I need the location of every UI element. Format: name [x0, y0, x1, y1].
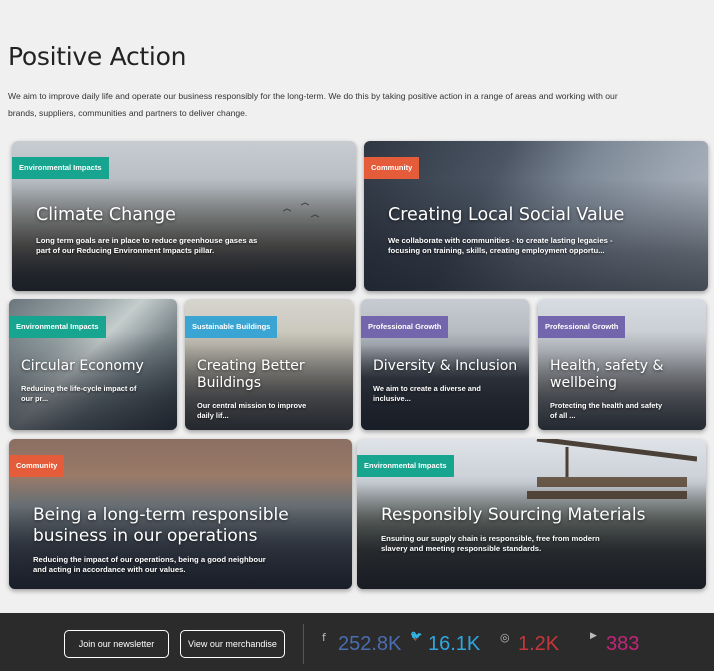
instagram-icon: ◎	[500, 631, 510, 644]
card-title: Diversity & Inclusion	[373, 358, 518, 374]
tag-badge: Community	[9, 455, 65, 477]
card-social-value[interactable]: Community Creating Local Social Value We…	[364, 141, 708, 291]
tag-badge: Environmental Impacts	[12, 157, 109, 179]
facebook-stat[interactable]: f 252.8K	[322, 631, 402, 657]
card-diversity-inclusion[interactable]: Professional Growth Diversity & Inclusio…	[361, 299, 529, 430]
youtube-count: 383	[606, 633, 640, 655]
card-title: Being a long-term responsible business i…	[33, 505, 289, 546]
card-description: Protecting the health and safety of all …	[550, 401, 663, 420]
card-title: Creating Better Buildings	[197, 358, 305, 391]
card-title: Responsibly Sourcing Materials	[381, 505, 646, 525]
footer-divider	[303, 624, 304, 664]
page-title: Positive Action	[8, 42, 187, 71]
merchandise-button[interactable]: View our merchandise	[180, 630, 285, 658]
card-description: Reducing the life-cycle impact of our pr…	[21, 384, 137, 403]
tag-badge: Professional Growth	[538, 316, 626, 338]
youtube-stat[interactable]: ▶ 383	[590, 631, 650, 657]
card-better-buildings[interactable]: Sustainable Buildings Creating Better Bu…	[185, 299, 353, 430]
card-responsible-operations[interactable]: Community Being a long-term responsible …	[9, 439, 352, 589]
tag-badge: Community	[364, 157, 420, 179]
footer: Join our newsletter View our merchandise…	[0, 613, 714, 671]
card-climate-change[interactable]: Environmental Impacts Climate Change Lon…	[12, 141, 356, 291]
tag-badge: Environmental Impacts	[357, 455, 454, 477]
youtube-icon: ▶	[590, 631, 597, 641]
card-sourcing-materials[interactable]: Environmental Impacts Responsibly Sourci…	[357, 439, 706, 589]
twitter-icon: 🐦	[410, 631, 423, 642]
card-description: We collaborate with communities - to cre…	[388, 236, 613, 255]
twitter-count: 16.1K	[428, 633, 481, 655]
card-description: Ensuring our supply chain is responsible…	[381, 534, 600, 553]
card-description: We aim to create a diverse and inclusive…	[373, 384, 481, 403]
newsletter-button[interactable]: Join our newsletter	[64, 630, 169, 658]
tag-badge: Professional Growth	[361, 316, 449, 338]
twitter-stat[interactable]: 🐦 16.1K	[410, 631, 485, 657]
card-title: Creating Local Social Value	[388, 205, 625, 225]
card-title: Health, safety & wellbeing	[550, 358, 664, 391]
instagram-stat[interactable]: ◎ 1.2K	[500, 631, 565, 657]
tag-badge: Sustainable Buildings	[185, 316, 278, 338]
facebook-count: 252.8K	[338, 633, 402, 655]
instagram-count: 1.2K	[518, 633, 560, 655]
facebook-icon: f	[322, 631, 326, 644]
card-title: Climate Change	[36, 205, 176, 225]
tag-badge: Environmental Impacts	[9, 316, 106, 338]
card-description: Reducing the impact of our operations, b…	[33, 555, 266, 574]
intro-text: We aim to improve daily life and operate…	[8, 91, 618, 118]
card-title: Circular Economy	[21, 358, 144, 374]
card-description: Our central mission to improve daily lif…	[197, 401, 307, 420]
card-circular-economy[interactable]: Environmental Impacts Circular Economy R…	[9, 299, 177, 430]
card-health-safety[interactable]: Professional Growth Health, safety & wel…	[538, 299, 706, 430]
card-description: Long term goals are in place to reduce g…	[36, 236, 258, 255]
